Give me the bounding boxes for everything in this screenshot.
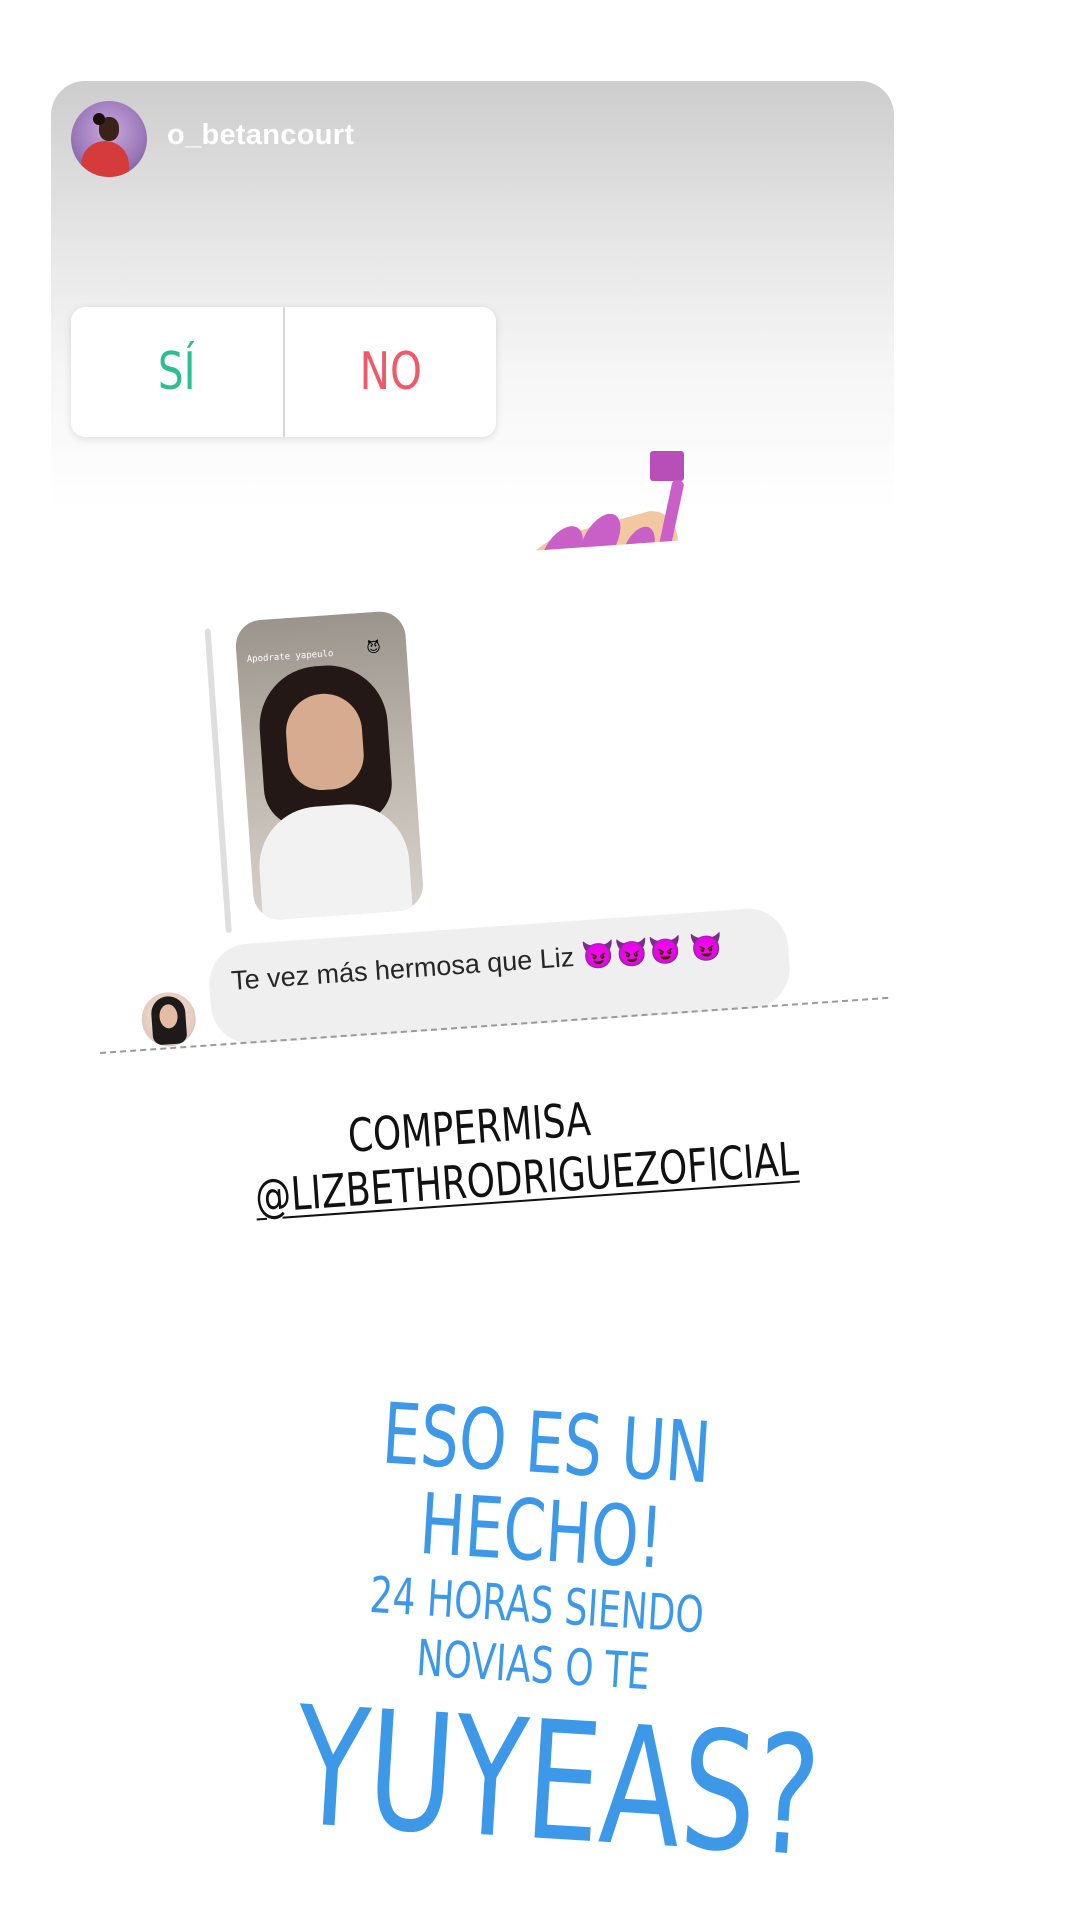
thumbnail-caption: Apodrate yapeulo: [246, 648, 334, 666]
question-line-1: ESO ES UN HECHO!: [379, 1384, 714, 1588]
username-label[interactable]: o_betancourt: [167, 119, 354, 152]
replied-story-thumbnail[interactable]: Apodrate yapeulo 😈: [234, 609, 425, 922]
reply-quote-bar: [204, 628, 232, 934]
thumbnail-devil-emoji: 😈: [365, 639, 382, 657]
sender-avatar[interactable]: [139, 990, 198, 1049]
question-line-3: YUYEAS?: [290, 1671, 825, 1894]
story-reply-screenshot: Apodrate yapeulo 😈 Te vez más hermosa qu…: [101, 527, 894, 1061]
poll-sticker: SÍ NO: [71, 307, 496, 437]
poll-divider: [282, 307, 285, 437]
question-text: ESO ES UN HECHO! 24 HORAS SIENDO NOVIAS …: [201, 1380, 868, 1894]
poll-no-option[interactable]: NO: [308, 307, 473, 437]
poll-yes-option[interactable]: SÍ: [94, 307, 259, 437]
profile-avatar[interactable]: [71, 101, 147, 177]
story-page: o_betancourt SÍ NO Apodrate yapeulo 😈 Te…: [0, 0, 1080, 1920]
caption-text: COMPERMISA @LIZBETHRODRIGUEZOFICIAL: [188, 1081, 800, 1228]
shared-story-card[interactable]: o_betancourt SÍ NO Apodrate yapeulo 😈 Te…: [51, 81, 894, 1061]
